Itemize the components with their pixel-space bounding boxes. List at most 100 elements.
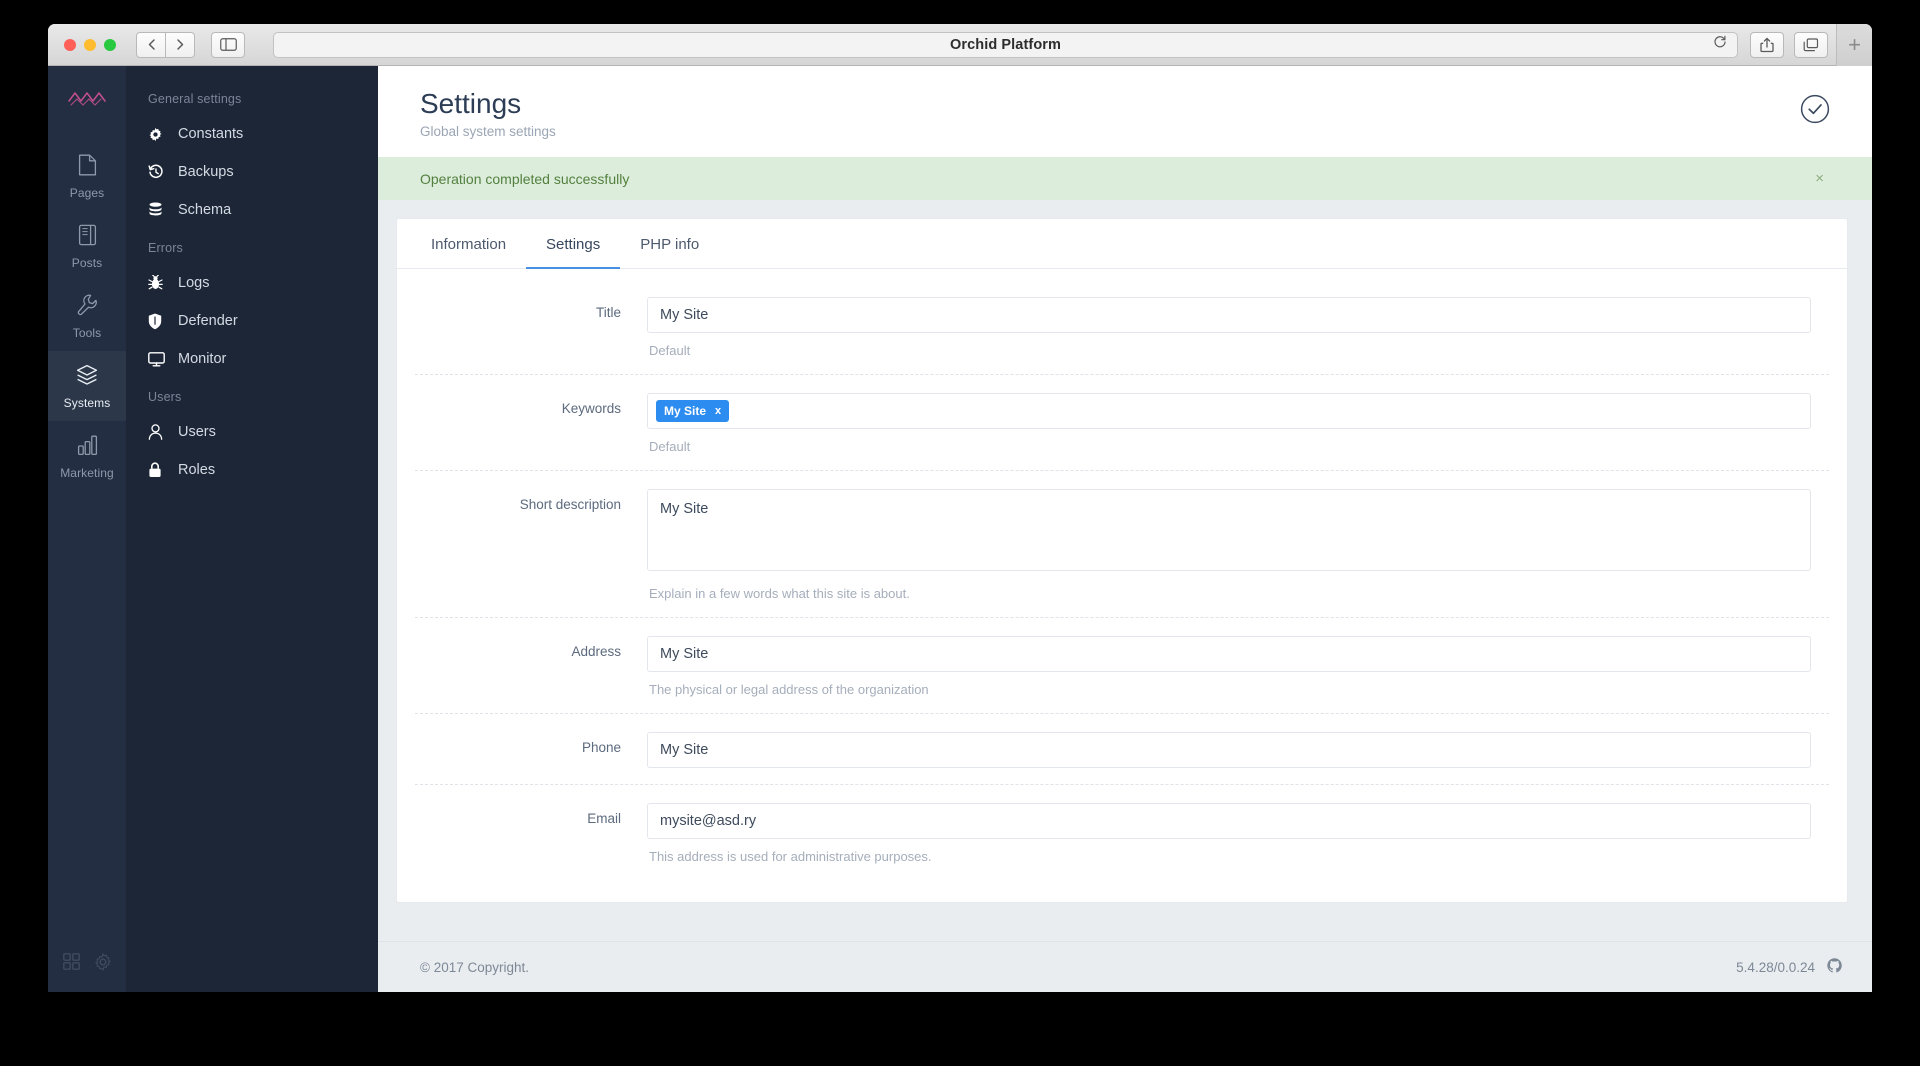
title-input[interactable] bbox=[647, 297, 1811, 334]
email-input[interactable] bbox=[647, 803, 1811, 840]
remove-tag-icon[interactable]: x bbox=[715, 405, 721, 417]
menu-group-title: Users bbox=[148, 390, 182, 404]
form-row-keywords: Keywords My Site x Default bbox=[415, 375, 1829, 472]
tab-bar: Information Settings PHP info bbox=[397, 219, 1847, 270]
rail-item-posts[interactable]: Posts bbox=[48, 211, 126, 281]
form-row-short-description: Short description My Site Explain in a f… bbox=[415, 471, 1829, 619]
copyright-text: © 2017 Copyright. bbox=[420, 959, 530, 975]
field-help: Explain in a few words what this site is… bbox=[649, 586, 910, 602]
menu-group-title: Errors bbox=[148, 241, 183, 255]
rail-item-label: Pages bbox=[69, 186, 105, 200]
bug-icon bbox=[148, 275, 178, 291]
minimize-window-button[interactable] bbox=[84, 38, 96, 51]
rail-item-tools[interactable]: Tools bbox=[48, 281, 126, 351]
tab-php-info[interactable]: PHP info bbox=[620, 219, 719, 269]
address-input[interactable] bbox=[647, 636, 1811, 673]
sidebar-toggle-icon[interactable] bbox=[211, 31, 245, 58]
menu-item-label: Backups bbox=[178, 164, 234, 180]
tab-information[interactable]: Information bbox=[411, 219, 526, 269]
monitor-icon bbox=[148, 351, 178, 367]
rail-item-marketing[interactable]: Marketing bbox=[48, 421, 126, 491]
settings-card: Information Settings PHP info Title Defa… bbox=[396, 218, 1848, 904]
close-window-button[interactable] bbox=[64, 38, 76, 51]
menu-item-constants[interactable]: Constants bbox=[126, 115, 378, 153]
form-row-address: Address The physical or legal address of… bbox=[415, 618, 1829, 715]
form-row-email: Email This address is used for administr… bbox=[415, 785, 1829, 880]
forward-button[interactable] bbox=[165, 31, 195, 58]
history-icon bbox=[148, 164, 178, 180]
check-circle-icon[interactable] bbox=[1800, 94, 1830, 129]
field-label: Keywords bbox=[561, 401, 621, 417]
rail-bottom-actions bbox=[62, 953, 112, 976]
menu-item-logs[interactable]: Logs bbox=[126, 264, 378, 302]
menu-item-roles[interactable]: Roles bbox=[126, 451, 378, 489]
window-controls bbox=[64, 38, 116, 51]
github-icon[interactable] bbox=[1827, 958, 1842, 976]
menu-item-monitor[interactable]: Monitor bbox=[126, 340, 378, 378]
layers-icon bbox=[76, 364, 98, 391]
phone-input[interactable] bbox=[647, 732, 1811, 769]
field-label: Address bbox=[571, 644, 621, 660]
grid-icon[interactable] bbox=[62, 953, 80, 976]
menu-item-label: Monitor bbox=[178, 351, 227, 367]
tab-settings[interactable]: Settings bbox=[526, 219, 621, 270]
browser-nav-group bbox=[136, 31, 195, 58]
browser-window: Orchid Platform + Pages Posts Tools Syst… bbox=[48, 24, 1872, 992]
content-header: Settings Global system settings bbox=[378, 66, 1872, 158]
short-description-textarea[interactable]: My Site bbox=[647, 489, 1811, 572]
new-tab-button[interactable]: + bbox=[1836, 24, 1872, 66]
bar-chart-icon bbox=[77, 434, 98, 461]
menu-item-defender[interactable]: Defender bbox=[126, 302, 378, 340]
page-icon bbox=[78, 154, 97, 181]
back-button[interactable] bbox=[136, 31, 166, 58]
rail-item-label: Posts bbox=[71, 256, 103, 270]
secondary-nav-menu: General settings Constants Backups Schem… bbox=[126, 66, 378, 992]
keyword-tag[interactable]: My Site x bbox=[656, 400, 730, 423]
application-root: Pages Posts Tools Systems Marketing Gene… bbox=[48, 66, 1872, 992]
rail-item-pages[interactable]: Pages bbox=[48, 141, 126, 211]
gear-icon bbox=[148, 127, 178, 142]
browser-toolbar-right bbox=[1750, 31, 1828, 58]
maximize-window-button[interactable] bbox=[104, 38, 116, 51]
reload-icon[interactable] bbox=[1713, 35, 1727, 54]
field-label: Title bbox=[595, 305, 621, 321]
lock-icon bbox=[148, 462, 178, 478]
footer-right: 5.4.28/0.0.24 bbox=[1736, 958, 1842, 976]
wrench-icon bbox=[77, 294, 98, 321]
rail-item-systems[interactable]: Systems bbox=[48, 351, 126, 421]
menu-item-label: Roles bbox=[178, 462, 216, 478]
field-help: Default bbox=[649, 439, 691, 455]
browser-titlebar: Orchid Platform + bbox=[48, 24, 1872, 66]
rail-item-label: Marketing bbox=[60, 466, 114, 480]
menu-group-title: General settings bbox=[148, 92, 242, 106]
version-text: 5.4.28/0.0.24 bbox=[1736, 959, 1815, 975]
field-help: The physical or legal address of the org… bbox=[649, 682, 929, 698]
keywords-input[interactable]: My Site x bbox=[647, 393, 1811, 430]
page-title: Orchid Platform bbox=[949, 36, 1062, 53]
menu-item-label: Users bbox=[178, 424, 216, 440]
form-row-phone: Phone bbox=[415, 714, 1829, 786]
shield-icon bbox=[148, 313, 178, 330]
orchid-logo[interactable] bbox=[67, 88, 107, 115]
address-bar[interactable]: Orchid Platform bbox=[273, 31, 1738, 58]
rail-item-label: Tools bbox=[72, 326, 102, 340]
menu-item-schema[interactable]: Schema bbox=[126, 191, 378, 229]
menu-item-backups[interactable]: Backups bbox=[126, 153, 378, 191]
keyword-tag-label: My Site bbox=[664, 404, 707, 419]
primary-nav-rail: Pages Posts Tools Systems Marketing bbox=[48, 66, 126, 992]
rail-item-label: Systems bbox=[63, 396, 111, 410]
page-footer: © 2017 Copyright. 5.4.28/0.0.24 bbox=[378, 941, 1872, 992]
menu-item-label: Logs bbox=[178, 275, 210, 291]
close-icon[interactable]: × bbox=[1809, 170, 1830, 187]
success-alert: Operation completed successfully × bbox=[378, 157, 1872, 201]
tab-overview-icon[interactable] bbox=[1794, 31, 1828, 58]
page-subheading: Global system settings bbox=[420, 124, 556, 140]
share-icon[interactable] bbox=[1750, 31, 1784, 58]
field-label: Short description bbox=[519, 497, 621, 513]
gear-icon[interactable] bbox=[94, 953, 112, 976]
menu-item-label: Constants bbox=[178, 126, 244, 142]
main-content: Settings Global system settings Operatio… bbox=[378, 66, 1872, 992]
menu-item-users[interactable]: Users bbox=[126, 413, 378, 451]
alert-message: Operation completed successfully bbox=[420, 170, 630, 187]
database-icon bbox=[148, 202, 178, 218]
